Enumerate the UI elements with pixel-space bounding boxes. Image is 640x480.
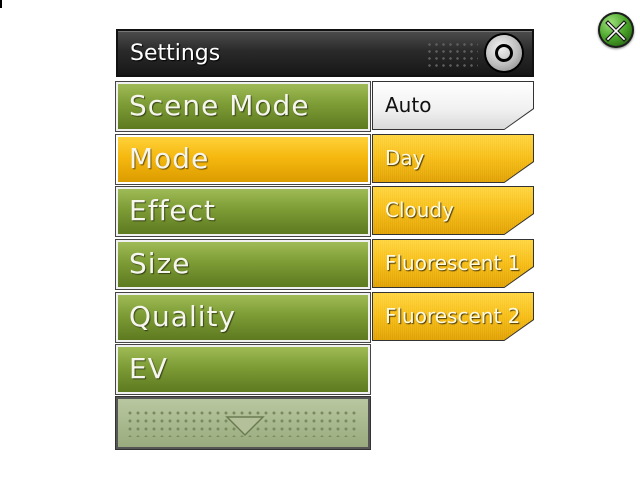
dial-knob-icon[interactable]	[486, 35, 522, 71]
menu-item-effect[interactable]: Effect	[115, 186, 371, 237]
menu-item-ev[interactable]: EV	[115, 344, 371, 395]
option-fluorescent-1[interactable]: Fluorescent 1	[373, 240, 533, 287]
option-cloudy[interactable]: Cloudy	[373, 187, 533, 234]
close-x-icon	[605, 20, 627, 42]
option-auto[interactable]: Auto	[373, 82, 533, 129]
option-day[interactable]: Day	[373, 135, 533, 182]
close-button[interactable]	[598, 12, 634, 48]
page-title: Settings	[130, 41, 221, 66]
scroll-down-button[interactable]	[115, 396, 371, 450]
corner-marker	[0, 0, 2, 8]
menu-item-quality[interactable]: Quality	[115, 292, 371, 343]
triangle-down-icon	[225, 416, 265, 437]
menu-item-mode[interactable]: Mode	[115, 134, 371, 185]
menu-item-scene-mode[interactable]: Scene Mode	[115, 81, 371, 132]
header-grille	[426, 41, 478, 67]
option-fluorescent-2[interactable]: Fluorescent 2	[373, 293, 533, 340]
menu-item-size[interactable]: Size	[115, 239, 371, 290]
settings-header: Settings	[116, 29, 534, 77]
